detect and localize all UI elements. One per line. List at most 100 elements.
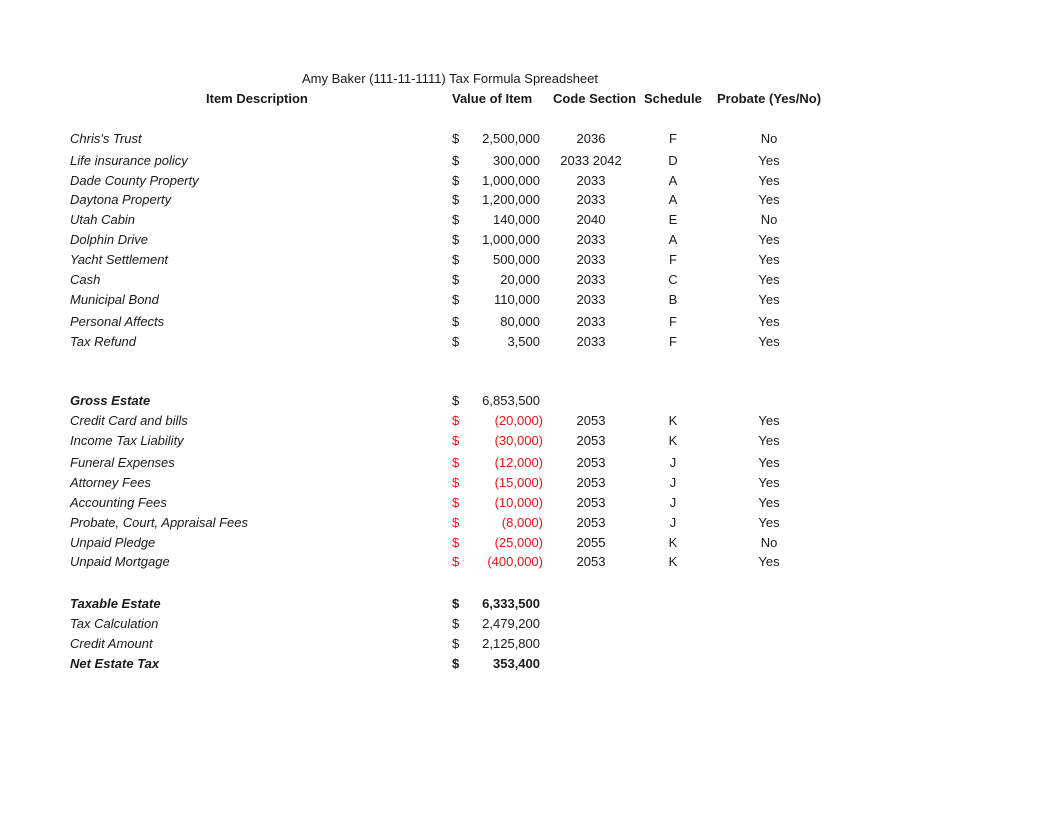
asset-probate: Yes xyxy=(758,272,780,287)
deduction-value: (15,000) xyxy=(494,475,543,490)
deduction-code-section: 2053 xyxy=(576,413,606,428)
deduction-value: (10,000) xyxy=(494,495,543,510)
asset-code-section: 2033 xyxy=(576,334,606,349)
deduction-probate: Yes xyxy=(758,413,780,428)
currency-symbol: $ xyxy=(452,413,460,428)
summary-label: Taxable Estate xyxy=(70,596,161,611)
currency-symbol: $ xyxy=(452,393,460,408)
asset-description: Life insurance policy xyxy=(70,153,188,168)
asset-schedule: A xyxy=(668,232,678,247)
asset-probate: Yes xyxy=(758,153,780,168)
deduction-description: Income Tax Liability xyxy=(70,433,184,448)
gross-estate-value: 6,853,500 xyxy=(482,393,540,408)
asset-code-section: 2033 xyxy=(576,314,606,329)
currency-symbol: $ xyxy=(452,153,460,168)
deduction-probate: Yes xyxy=(758,554,780,569)
currency-symbol: $ xyxy=(452,455,460,470)
header-value-of-item: Value of Item xyxy=(452,91,533,106)
currency-symbol: $ xyxy=(452,272,460,287)
asset-description: Cash xyxy=(70,272,101,287)
asset-value: 3,500 xyxy=(507,334,540,349)
summary-value: 2,125,800 xyxy=(482,636,540,651)
asset-probate: Yes xyxy=(758,252,780,267)
currency-symbol: $ xyxy=(452,252,460,267)
asset-schedule: B xyxy=(668,292,678,307)
summary-value: 2,479,200 xyxy=(482,616,540,631)
currency-symbol: $ xyxy=(452,173,460,188)
asset-code-section: 2036 xyxy=(576,131,606,146)
asset-schedule: F xyxy=(669,131,677,146)
deduction-schedule: J xyxy=(669,515,677,530)
asset-schedule: A xyxy=(668,173,678,188)
asset-code-section: 2040 xyxy=(576,212,606,227)
deduction-value: (30,000) xyxy=(494,433,543,448)
currency-symbol: $ xyxy=(452,596,460,611)
deduction-schedule: K xyxy=(668,535,678,550)
asset-schedule: D xyxy=(668,153,678,168)
currency-symbol: $ xyxy=(452,636,460,651)
asset-description: Personal Affects xyxy=(70,314,165,329)
asset-code-section: 2033 xyxy=(576,272,606,287)
deduction-probate: Yes xyxy=(758,495,780,510)
deduction-description: Credit Card and bills xyxy=(70,413,188,428)
asset-value: 1,200,000 xyxy=(482,192,540,207)
asset-value: 1,000,000 xyxy=(482,232,540,247)
asset-schedule: E xyxy=(668,212,678,227)
asset-value: 500,000 xyxy=(493,252,540,267)
currency-symbol: $ xyxy=(452,515,460,530)
asset-description: Utah Cabin xyxy=(70,212,136,227)
currency-symbol: $ xyxy=(452,334,460,349)
asset-schedule: F xyxy=(669,334,677,349)
header-code-section: Code Section xyxy=(553,91,637,106)
asset-probate: Yes xyxy=(758,173,780,188)
asset-code-section: 2033 xyxy=(576,292,606,307)
asset-description: Dolphin Drive xyxy=(70,232,149,247)
deduction-value: (25,000) xyxy=(494,535,543,550)
deduction-value: (400,000) xyxy=(487,554,543,569)
asset-code-section: 2033 xyxy=(576,192,606,207)
asset-description: Municipal Bond xyxy=(70,292,159,307)
deduction-value: (8,000) xyxy=(501,515,543,530)
asset-description: Daytona Property xyxy=(70,192,172,207)
currency-symbol: $ xyxy=(452,292,460,307)
deduction-probate: Yes xyxy=(758,475,780,490)
asset-probate: Yes xyxy=(758,232,780,247)
deduction-probate: No xyxy=(760,535,778,550)
asset-value: 1,000,000 xyxy=(482,173,540,188)
deduction-description: Unpaid Pledge xyxy=(70,535,156,550)
currency-symbol: $ xyxy=(452,535,460,550)
deduction-code-section: 2055 xyxy=(576,535,606,550)
asset-value: 140,000 xyxy=(493,212,540,227)
gross-estate-label: Gross Estate xyxy=(70,393,151,408)
asset-code-section: 2033 2042 xyxy=(560,153,622,168)
asset-value: 300,000 xyxy=(493,153,540,168)
deduction-value: (12,000) xyxy=(494,455,543,470)
deduction-probate: Yes xyxy=(758,433,780,448)
asset-code-section: 2033 xyxy=(576,173,606,188)
deduction-schedule: K xyxy=(668,433,678,448)
deduction-probate: Yes xyxy=(758,515,780,530)
asset-code-section: 2033 xyxy=(576,232,606,247)
asset-description: Chris's Trust xyxy=(70,131,142,146)
summary-value: 353,400 xyxy=(493,656,540,671)
deduction-code-section: 2053 xyxy=(576,433,606,448)
currency-symbol: $ xyxy=(452,232,460,247)
asset-probate: No xyxy=(760,212,778,227)
asset-schedule: C xyxy=(668,272,678,287)
deduction-description: Probate, Court, Appraisal Fees xyxy=(70,515,248,530)
summary-value: 6,333,500 xyxy=(482,596,540,611)
asset-probate: Yes xyxy=(758,192,780,207)
asset-schedule: A xyxy=(668,192,678,207)
currency-symbol: $ xyxy=(452,616,460,631)
summary-label: Net Estate Tax xyxy=(70,656,160,671)
currency-symbol: $ xyxy=(452,212,460,227)
summary-label: Tax Calculation xyxy=(70,616,159,631)
deduction-description: Unpaid Mortgage xyxy=(70,554,170,569)
deduction-schedule: J xyxy=(669,455,677,470)
asset-schedule: F xyxy=(669,314,677,329)
deduction-schedule: J xyxy=(669,475,677,490)
deduction-code-section: 2053 xyxy=(576,515,606,530)
deduction-code-section: 2053 xyxy=(576,455,606,470)
deduction-probate: Yes xyxy=(758,455,780,470)
header-item-description: Item Description xyxy=(206,91,308,106)
